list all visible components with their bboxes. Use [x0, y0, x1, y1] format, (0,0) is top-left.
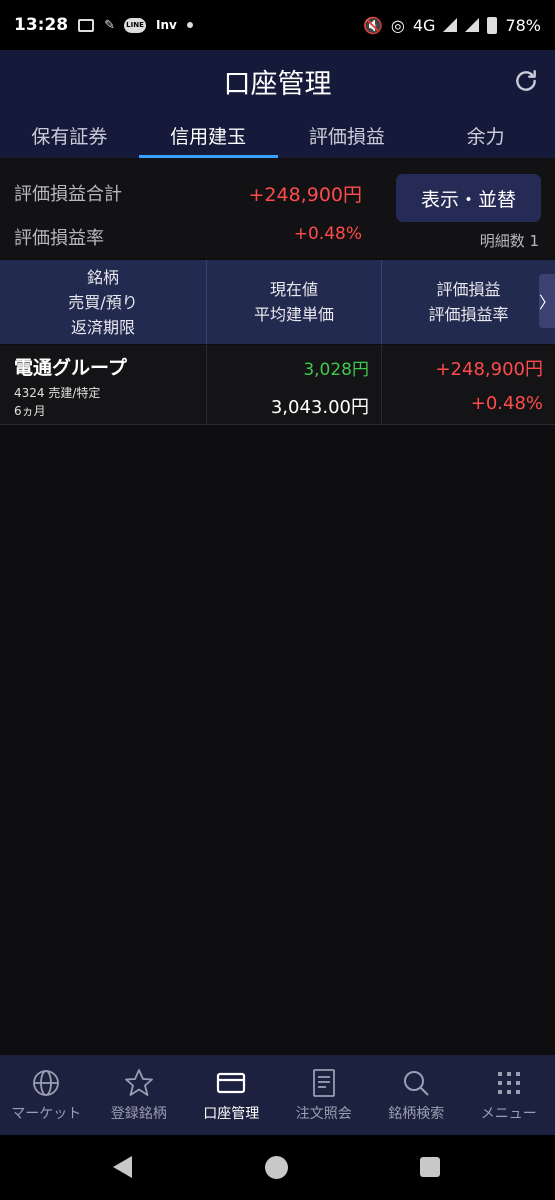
header-col-issue: 銘柄 売買/預り 返済期限 [0, 260, 207, 344]
header-col-pl: 評価損益 評価損益率 [382, 260, 555, 344]
signal-icon-2 [465, 18, 480, 32]
nav-market[interactable]: マーケット [0, 1055, 93, 1135]
pl-rate-value: +0.48% [293, 224, 362, 244]
globe-icon [33, 1070, 60, 1096]
tab-valuation[interactable]: 評価損益 [278, 114, 417, 158]
nav-watchlist[interactable]: 登録銘柄 [93, 1055, 186, 1135]
row-pl: +248,900円 [435, 359, 543, 380]
grid-menu-icon [497, 1072, 520, 1094]
total-pl-value: +248,900円 [248, 184, 363, 206]
row-issue-cell: 電通グループ 4324 売建/特定 6ヵ月 [0, 345, 207, 424]
nav-search-label: 銘柄検索 [388, 1106, 445, 1122]
nav-watchlist-label: 登録銘柄 [110, 1106, 167, 1122]
pl-rate-label: 評価損益率 [14, 228, 104, 249]
display-sort-button[interactable]: 表示・並替 [396, 174, 541, 222]
header-col-price: 現在値 平均建単価 [207, 260, 382, 344]
page-title: 口座管理 [223, 69, 332, 100]
message-icon [78, 18, 95, 32]
table-header: 銘柄 売買/預り 返済期限 現在値 平均建単価 評価損益 評価損益率 〉 [0, 260, 555, 344]
current-price: 3,028円 [303, 360, 369, 380]
header-due: 返済期限 [70, 317, 135, 337]
nav-market-label: マーケット [11, 1106, 82, 1122]
search-icon [404, 1071, 429, 1096]
recent-apps-icon[interactable] [420, 1157, 440, 1177]
nav-orders[interactable]: 注文照会 [278, 1055, 371, 1135]
status-bar: 13:28 ✎ LINE Inv 🔇 ◎ 4G 78% [0, 0, 555, 50]
dot-icon [186, 22, 193, 28]
avg-price: 3,043.00円 [270, 397, 369, 418]
nav-menu[interactable]: メニュー [463, 1055, 555, 1135]
row-pl-cell: +248,900円 +0.48% [382, 345, 555, 424]
tab-margin-positions[interactable]: 信用建玉 [138, 114, 278, 158]
home-icon[interactable] [265, 1156, 288, 1179]
header-current-price: 現在値 [269, 280, 318, 299]
row-pl-rate: +0.48% [470, 393, 543, 414]
nav-account-label: 口座管理 [203, 1106, 260, 1122]
issue-name: 電通グループ [14, 357, 127, 379]
header-avg-price: 平均建単価 [253, 305, 334, 324]
row-price-cell: 3,028円 3,043.00円 [207, 345, 382, 424]
status-right: 🔇 ◎ 4G 78% [363, 16, 541, 35]
header-issue: 銘柄 [86, 267, 119, 287]
network-type: 4G [412, 15, 436, 35]
tab-buying-power[interactable]: 余力 [416, 114, 555, 158]
detail-count: 明細数 1 [479, 232, 539, 250]
header-trade-type: 売買/預り [68, 292, 138, 312]
document-icon [312, 1069, 335, 1097]
tab-bar: 保有証券 信用建玉 評価損益 余力 [0, 114, 555, 158]
battery-icon [487, 16, 498, 34]
back-icon[interactable] [113, 1156, 132, 1178]
nav-account[interactable]: 口座管理 [185, 1055, 278, 1135]
line-icon: LINE [124, 17, 147, 33]
summary-panel: 評価損益合計 +248,900円 評価損益率 +0.48% 表示・並替 明細数 … [0, 158, 555, 258]
bottom-nav: マーケット 登録銘柄 口座管理 注文照会 銘柄検索 メニュー [0, 1055, 555, 1135]
nav-search[interactable]: 銘柄検索 [370, 1055, 463, 1135]
nav-orders-label: 注文照会 [295, 1106, 352, 1122]
app-header: 口座管理 保有証券 信用建玉 評価損益 余力 [0, 50, 555, 158]
status-time: 13:28 [14, 15, 69, 35]
nav-menu-label: メニュー [480, 1106, 537, 1122]
tab-holdings[interactable]: 保有証券 [0, 114, 139, 158]
refresh-icon[interactable] [513, 68, 539, 94]
signal-icon [443, 18, 458, 32]
issue-due: 6ヵ月 [14, 404, 46, 418]
mute-icon: 🔇 [362, 15, 383, 35]
battery-percent: 78% [505, 15, 541, 35]
system-nav-bar [0, 1135, 555, 1200]
hotspot-icon: ◎ [390, 15, 405, 35]
issue-code-type: 4324 売建/特定 [14, 386, 101, 400]
total-pl-label: 評価損益合計 [14, 184, 122, 205]
chevron-right-icon[interactable]: 〉 [539, 274, 555, 328]
table-row[interactable]: 電通グループ 4324 売建/特定 6ヵ月 3,028円 3,043.00円 +… [0, 345, 555, 425]
header-pl: 評価損益 [436, 280, 501, 299]
hand-icon: ✎ [104, 17, 116, 33]
card-icon [217, 1072, 246, 1094]
star-icon [124, 1069, 153, 1096]
header-pl-rate: 評価損益率 [428, 305, 509, 324]
inv-icon: Inv [156, 18, 177, 32]
